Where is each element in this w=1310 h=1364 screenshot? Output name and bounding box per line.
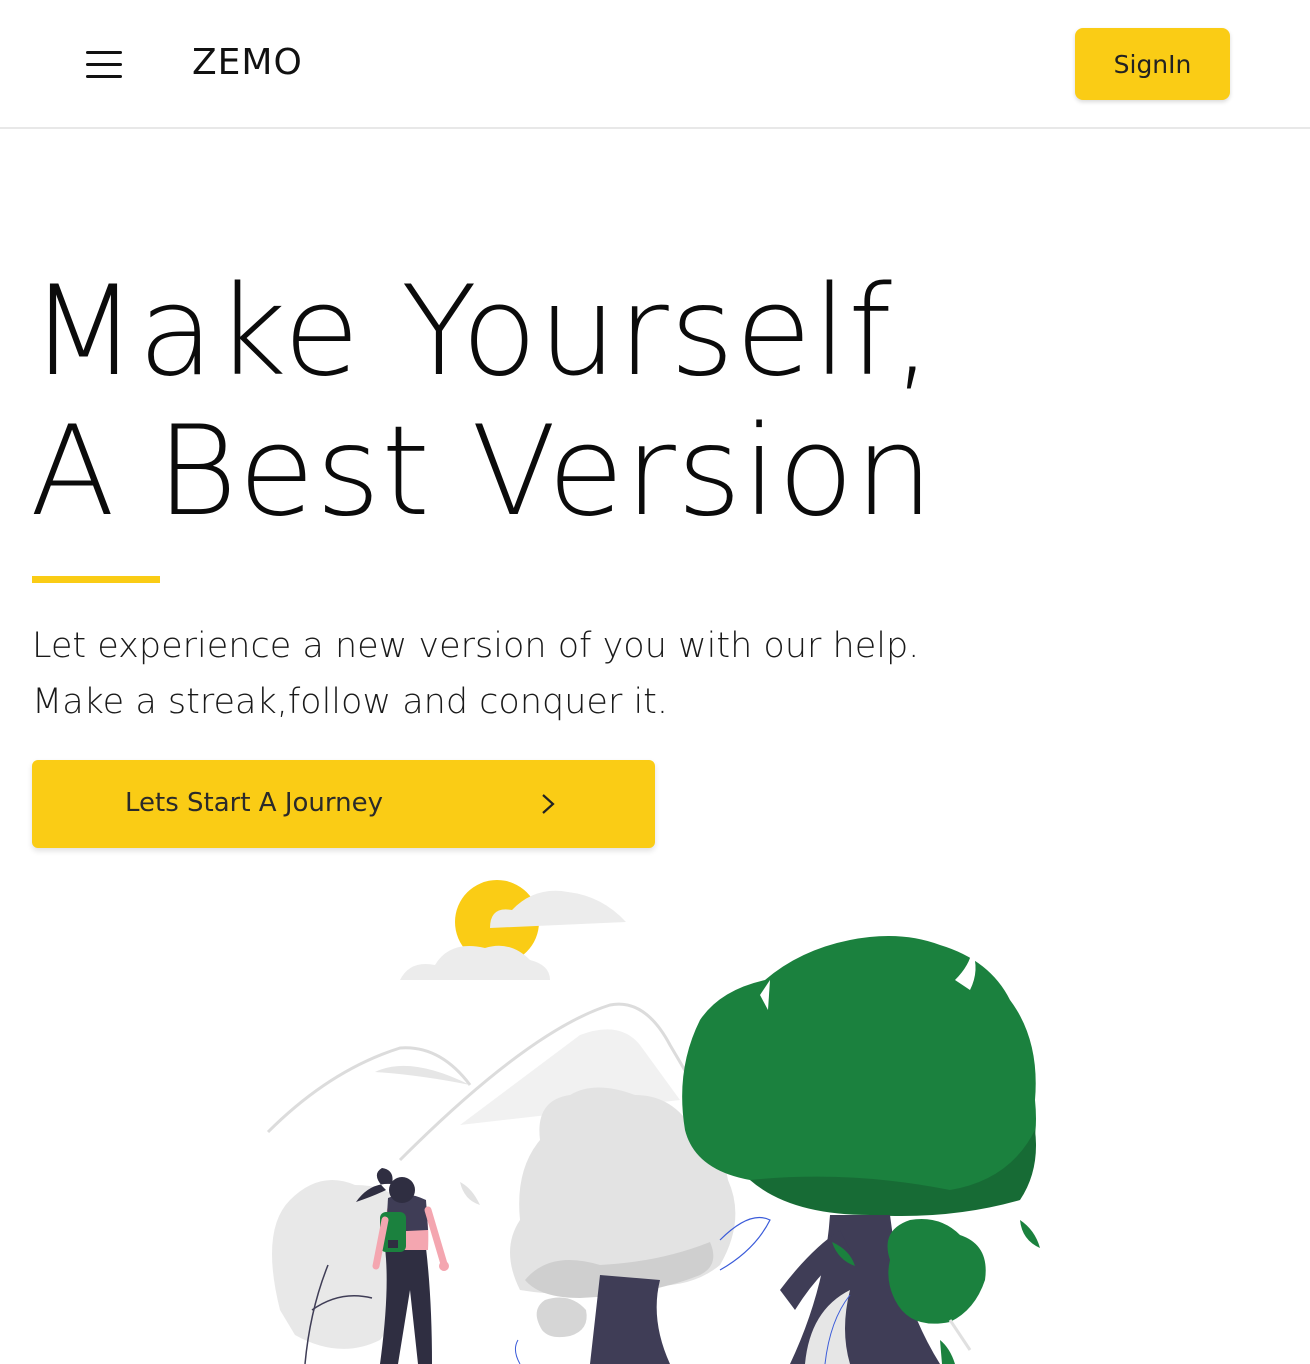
start-journey-button[interactable]: Lets Start A Journey [32, 760, 655, 848]
brand-logo-text[interactable]: ZEMO [192, 42, 303, 83]
accent-divider [32, 576, 160, 583]
hero-subtitle-line-2: Make a streak,follow and conquer it. [32, 682, 669, 722]
hiker-landscape-illustration [266, 880, 1040, 1364]
hamburger-menu-icon[interactable] [82, 44, 126, 84]
start-journey-label: Lets Start A Journey [125, 788, 384, 818]
hero-title-line-2: A Best Version [30, 400, 935, 544]
signin-button[interactable]: SignIn [1075, 28, 1230, 100]
hero-title-line-1: Make Yourself, [30, 260, 934, 404]
hero-subtitle-line-1: Let experience a new version of you with… [32, 626, 920, 666]
hero-subtitle: Let experience a new version of you with… [32, 618, 919, 730]
top-navbar: ZEMO SignIn [0, 0, 1310, 129]
hero-title: Make Yourself, A Best Version [30, 262, 934, 542]
chevron-right-icon [542, 794, 555, 814]
